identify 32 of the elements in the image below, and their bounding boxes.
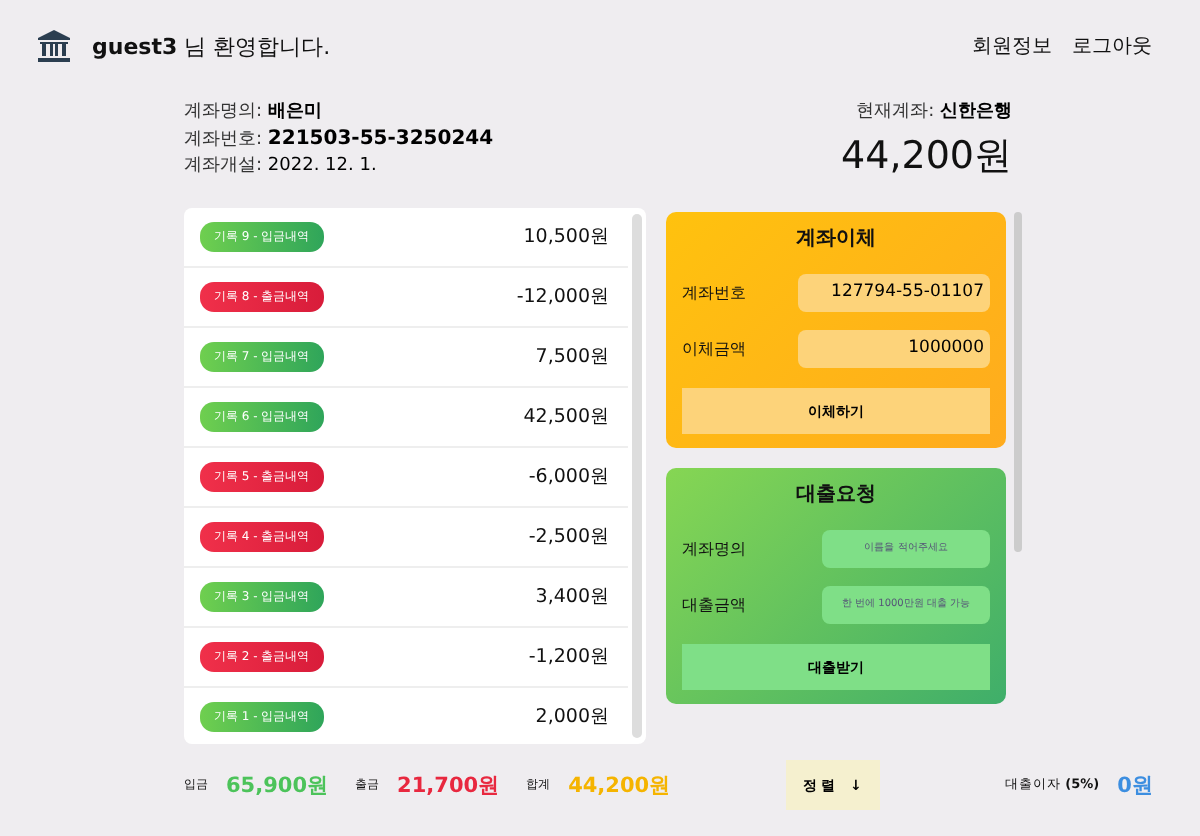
field-label: 이체금액 <box>682 337 746 359</box>
transaction-amount: -6,000원 <box>528 464 610 490</box>
account-field: 계좌명의: 배은미 <box>184 100 494 126</box>
scrollbar[interactable] <box>1014 212 1022 552</box>
summary-value: 21,700원 <box>397 771 501 799</box>
account-field: 계좌개설: 2022. 12. 1. <box>184 154 494 180</box>
scrollbar[interactable] <box>632 214 642 738</box>
card-title: 계좌이체 <box>794 226 878 252</box>
current-bank: 현재계좌: 신한은행 <box>856 100 1012 126</box>
transaction-amount: 3,400원 <box>535 584 610 610</box>
summary-value: 44,200원 <box>568 771 672 799</box>
transaction-amount: -12,000원 <box>516 284 610 310</box>
transaction-amount: 42,500원 <box>523 404 610 430</box>
header-link[interactable]: 회원정보 <box>972 32 1052 60</box>
transaction-amount: -2,500원 <box>528 524 610 550</box>
transaction-amount: 2,000원 <box>535 704 610 730</box>
input-field[interactable]: 1000000 <box>798 329 990 367</box>
bank-icon <box>36 28 72 64</box>
field-label: 계좌명의 <box>682 537 746 559</box>
card-title: 대출요청 <box>794 482 878 508</box>
header-link[interactable]: 로그아웃 <box>1072 32 1152 60</box>
balance: 44,200원 <box>841 132 1012 182</box>
transaction-amount: 10,500원 <box>523 224 610 250</box>
transaction-amount: -1,200원 <box>528 644 610 670</box>
account-field: 계좌번호: 221503-55-3250244 <box>184 126 494 154</box>
summary-value: 65,900원 <box>226 771 330 799</box>
interest-value: 0원 <box>1117 771 1154 799</box>
input-field[interactable]: 127794-55-01107 <box>798 273 990 311</box>
transaction-amount: 7,500원 <box>535 344 610 370</box>
field-label: 계좌번호 <box>682 281 746 303</box>
field-label: 대출금액 <box>682 593 746 615</box>
welcome-text: guest3 님 환영합니다. <box>92 31 333 61</box>
